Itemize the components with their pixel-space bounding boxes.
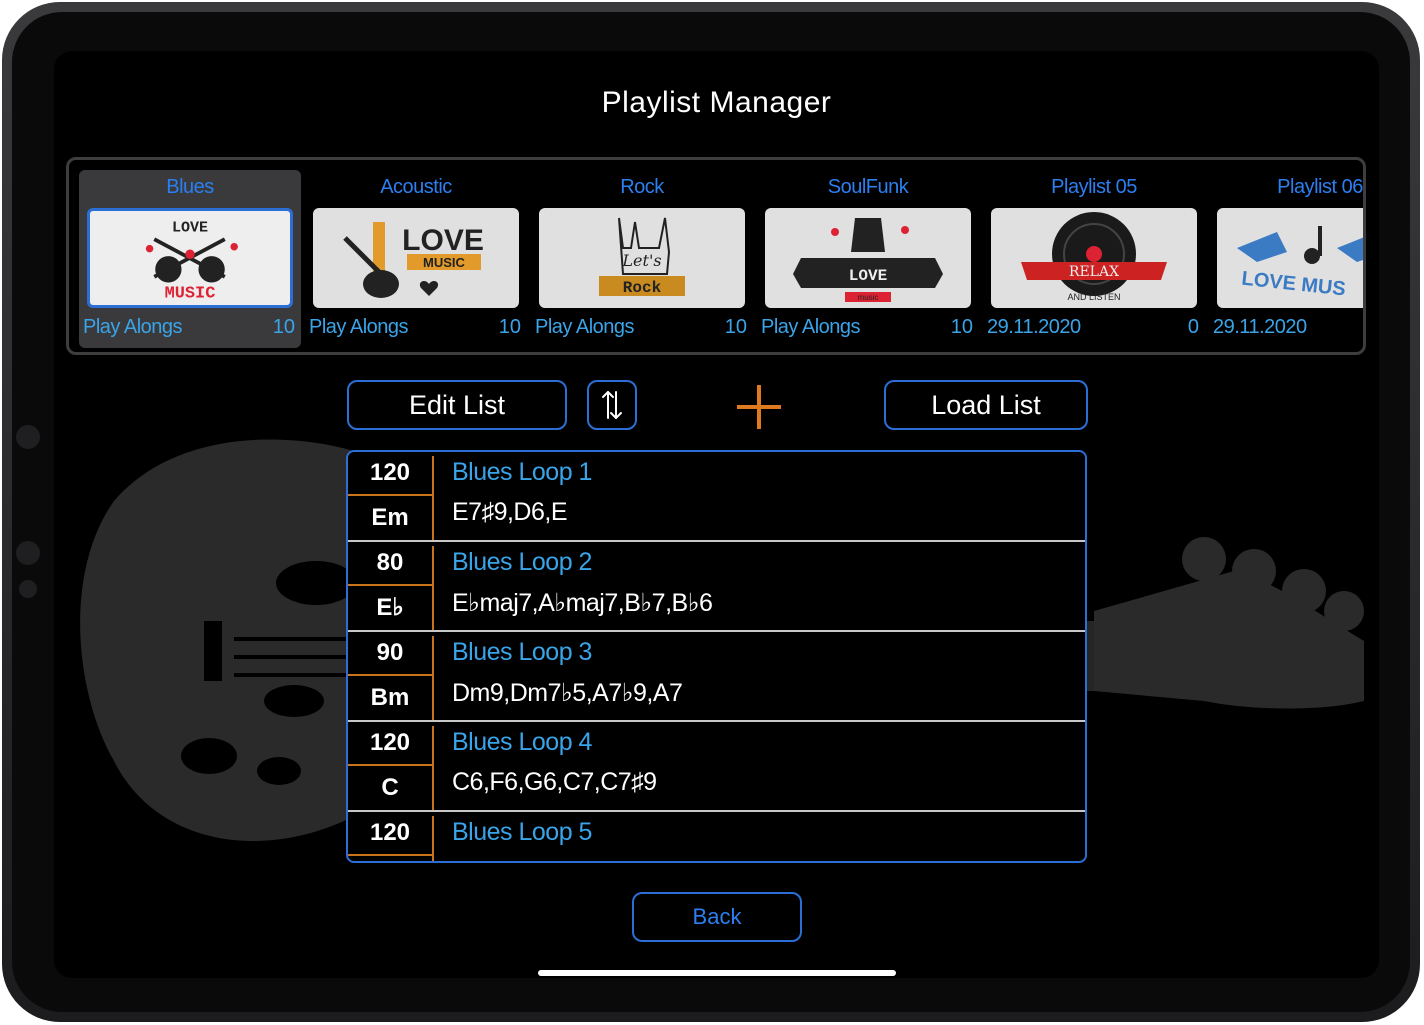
loop-chords: E7♯9,D6,E xyxy=(452,498,568,526)
sort-button[interactable] xyxy=(587,380,637,430)
loop-name: Blues Loop 5 xyxy=(452,818,592,846)
playlist-count: 0 xyxy=(1187,316,1199,338)
winged-note-icon: LOVE MUS xyxy=(1237,226,1363,301)
loop-chords: Dm9,Dm7♭5,A7♭9,A7 xyxy=(452,679,683,707)
playlist-carousel[interactable]: Blues LOVE MUSIC Play Alongs 10 Acoustic… xyxy=(66,157,1366,355)
key-label: Em xyxy=(371,504,409,531)
playlist-subtitle: Play Alongs xyxy=(761,316,861,338)
playlist-count: 10 xyxy=(498,316,521,338)
playlist-count: 10 xyxy=(724,316,747,338)
playlist-thumbnail: Let's Rock xyxy=(539,208,745,308)
rock-hand-icon: Let's Rock xyxy=(599,217,685,297)
list-item[interactable]: 120 Em Blues Loop 1 E7♯9,D6,E xyxy=(348,452,1085,542)
playlist-count: 10 xyxy=(950,316,973,338)
playlist-card-05[interactable]: Playlist 05 RELAX AND LISTEN 29.11.2020 … xyxy=(983,170,1205,348)
tempo-label: 80 xyxy=(348,542,432,586)
playlist-count: 10 xyxy=(272,316,295,338)
playlist-card-rock[interactable]: Rock Let's Rock Play Alongs 10 xyxy=(531,170,753,348)
key-label: C xyxy=(381,774,399,801)
playlist-name: Playlist 06 xyxy=(1277,176,1363,198)
tempo-label: 90 xyxy=(348,632,432,676)
tempo-label: 120 xyxy=(348,812,432,856)
svg-text:LOVE: LOVE xyxy=(402,224,484,257)
side-button-icon xyxy=(19,580,37,598)
row-divider xyxy=(432,636,434,720)
tempo-label: 120 xyxy=(348,452,432,496)
playlist-subtitle: 29.11.2020 xyxy=(987,316,1081,338)
svg-text:LOVE: LOVE xyxy=(172,219,208,237)
sort-arrows-icon xyxy=(602,391,622,419)
key-label: Bm xyxy=(370,684,410,711)
svg-text:MUSIC: MUSIC xyxy=(165,284,216,303)
playlist-name: SoulFunk xyxy=(827,176,909,198)
svg-text:LOVE MUS: LOVE MUS xyxy=(1241,268,1347,301)
playlist-name: Acoustic xyxy=(380,176,452,198)
loop-chords: E♭maj7,A♭maj7,B♭7,B♭6 xyxy=(452,589,713,617)
playlist-thumbnail: LOVE MUS xyxy=(1217,208,1363,308)
playlist-name: Playlist 05 xyxy=(1051,176,1137,198)
playlist-card-acoustic[interactable]: Acoustic LOVE MUSIC Play Alongs 10 xyxy=(305,170,527,348)
load-list-button[interactable]: Load List xyxy=(884,380,1088,430)
list-item[interactable]: 80 E♭ Blues Loop 2 E♭maj7,A♭maj7,B♭7,B♭6 xyxy=(348,542,1085,632)
loop-name: Blues Loop 4 xyxy=(452,728,592,756)
svg-text:Rock: Rock xyxy=(623,279,662,297)
playlist-card-06[interactable]: Playlist 06 LOVE MUS 29.11.2020 xyxy=(1209,170,1363,348)
love-music-guitar-icon: LOVE MUSIC xyxy=(343,222,484,298)
love-music-guitars-icon: LOVE MUSIC xyxy=(145,219,238,303)
playlist-subtitle: Play Alongs xyxy=(309,316,409,338)
love-music-banner-icon: LOVE music xyxy=(793,218,943,302)
edit-list-button[interactable]: Edit List xyxy=(347,380,567,430)
loop-list[interactable]: 120 Em Blues Loop 1 E7♯9,D6,E 80 E♭ Blue… xyxy=(346,450,1087,863)
playlist-subtitle: Play Alongs xyxy=(535,316,635,338)
svg-text:Let's: Let's xyxy=(621,251,661,270)
svg-text:RELAX: RELAX xyxy=(1069,264,1119,280)
row-divider xyxy=(432,456,434,540)
row-divider xyxy=(432,546,434,630)
playlist-name: Rock xyxy=(620,176,664,198)
playlist-card-soulfunk[interactable]: SoulFunk LOVE music Play Alongs 10 xyxy=(757,170,979,348)
list-item[interactable]: 90 Bm Blues Loop 3 Dm9,Dm7♭5,A7♭9,A7 xyxy=(348,632,1085,722)
playlist-thumbnail: LOVE MUSIC xyxy=(87,208,293,308)
row-divider xyxy=(432,816,434,861)
add-playlist-button[interactable] xyxy=(734,382,784,432)
playlist-thumbnail: RELAX AND LISTEN xyxy=(991,208,1197,308)
page-title: Playlist Manager xyxy=(601,86,832,119)
list-item[interactable]: 120 C Blues Loop 4 C6,F6,G6,C7,C7♯9 xyxy=(348,722,1085,812)
playlist-card-blues[interactable]: Blues LOVE MUSIC Play Alongs 10 xyxy=(79,170,301,348)
side-button-icon xyxy=(16,541,40,565)
svg-text:LOVE: LOVE xyxy=(849,267,887,285)
loop-chords: C6,F6,G6,C7,C7♯9 xyxy=(452,768,657,796)
svg-text:AND LISTEN: AND LISTEN xyxy=(1067,292,1120,302)
playlist-thumbnail: LOVE MUSIC xyxy=(313,208,519,308)
vinyl-record-icon: RELAX AND LISTEN xyxy=(1021,212,1167,302)
back-button[interactable]: Back xyxy=(632,892,802,942)
tempo-label: 120 xyxy=(348,722,432,766)
list-item[interactable]: 120 Blues Loop 5 xyxy=(348,812,1085,861)
key-label xyxy=(348,856,432,861)
row-divider xyxy=(432,726,434,810)
plus-icon xyxy=(737,385,781,429)
playlist-thumbnail: LOVE music xyxy=(765,208,971,308)
app-screen: Playlist Manager Blues LOVE MUSIC Play A… xyxy=(54,51,1379,978)
loop-name: Blues Loop 2 xyxy=(452,548,592,576)
svg-text:music: music xyxy=(858,293,879,302)
home-indicator[interactable] xyxy=(538,970,896,976)
svg-text:MUSIC: MUSIC xyxy=(423,255,466,270)
loop-name: Blues Loop 3 xyxy=(452,638,592,666)
playlist-subtitle: 29.11.2020 xyxy=(1213,316,1307,338)
tablet-frame: Playlist Manager Blues LOVE MUSIC Play A… xyxy=(0,0,1424,1025)
playlist-subtitle: Play Alongs xyxy=(83,316,183,338)
loop-name: Blues Loop 1 xyxy=(452,458,592,486)
key-label: E♭ xyxy=(376,594,404,621)
playlist-name: Blues xyxy=(166,176,214,198)
side-button-icon xyxy=(16,425,40,449)
